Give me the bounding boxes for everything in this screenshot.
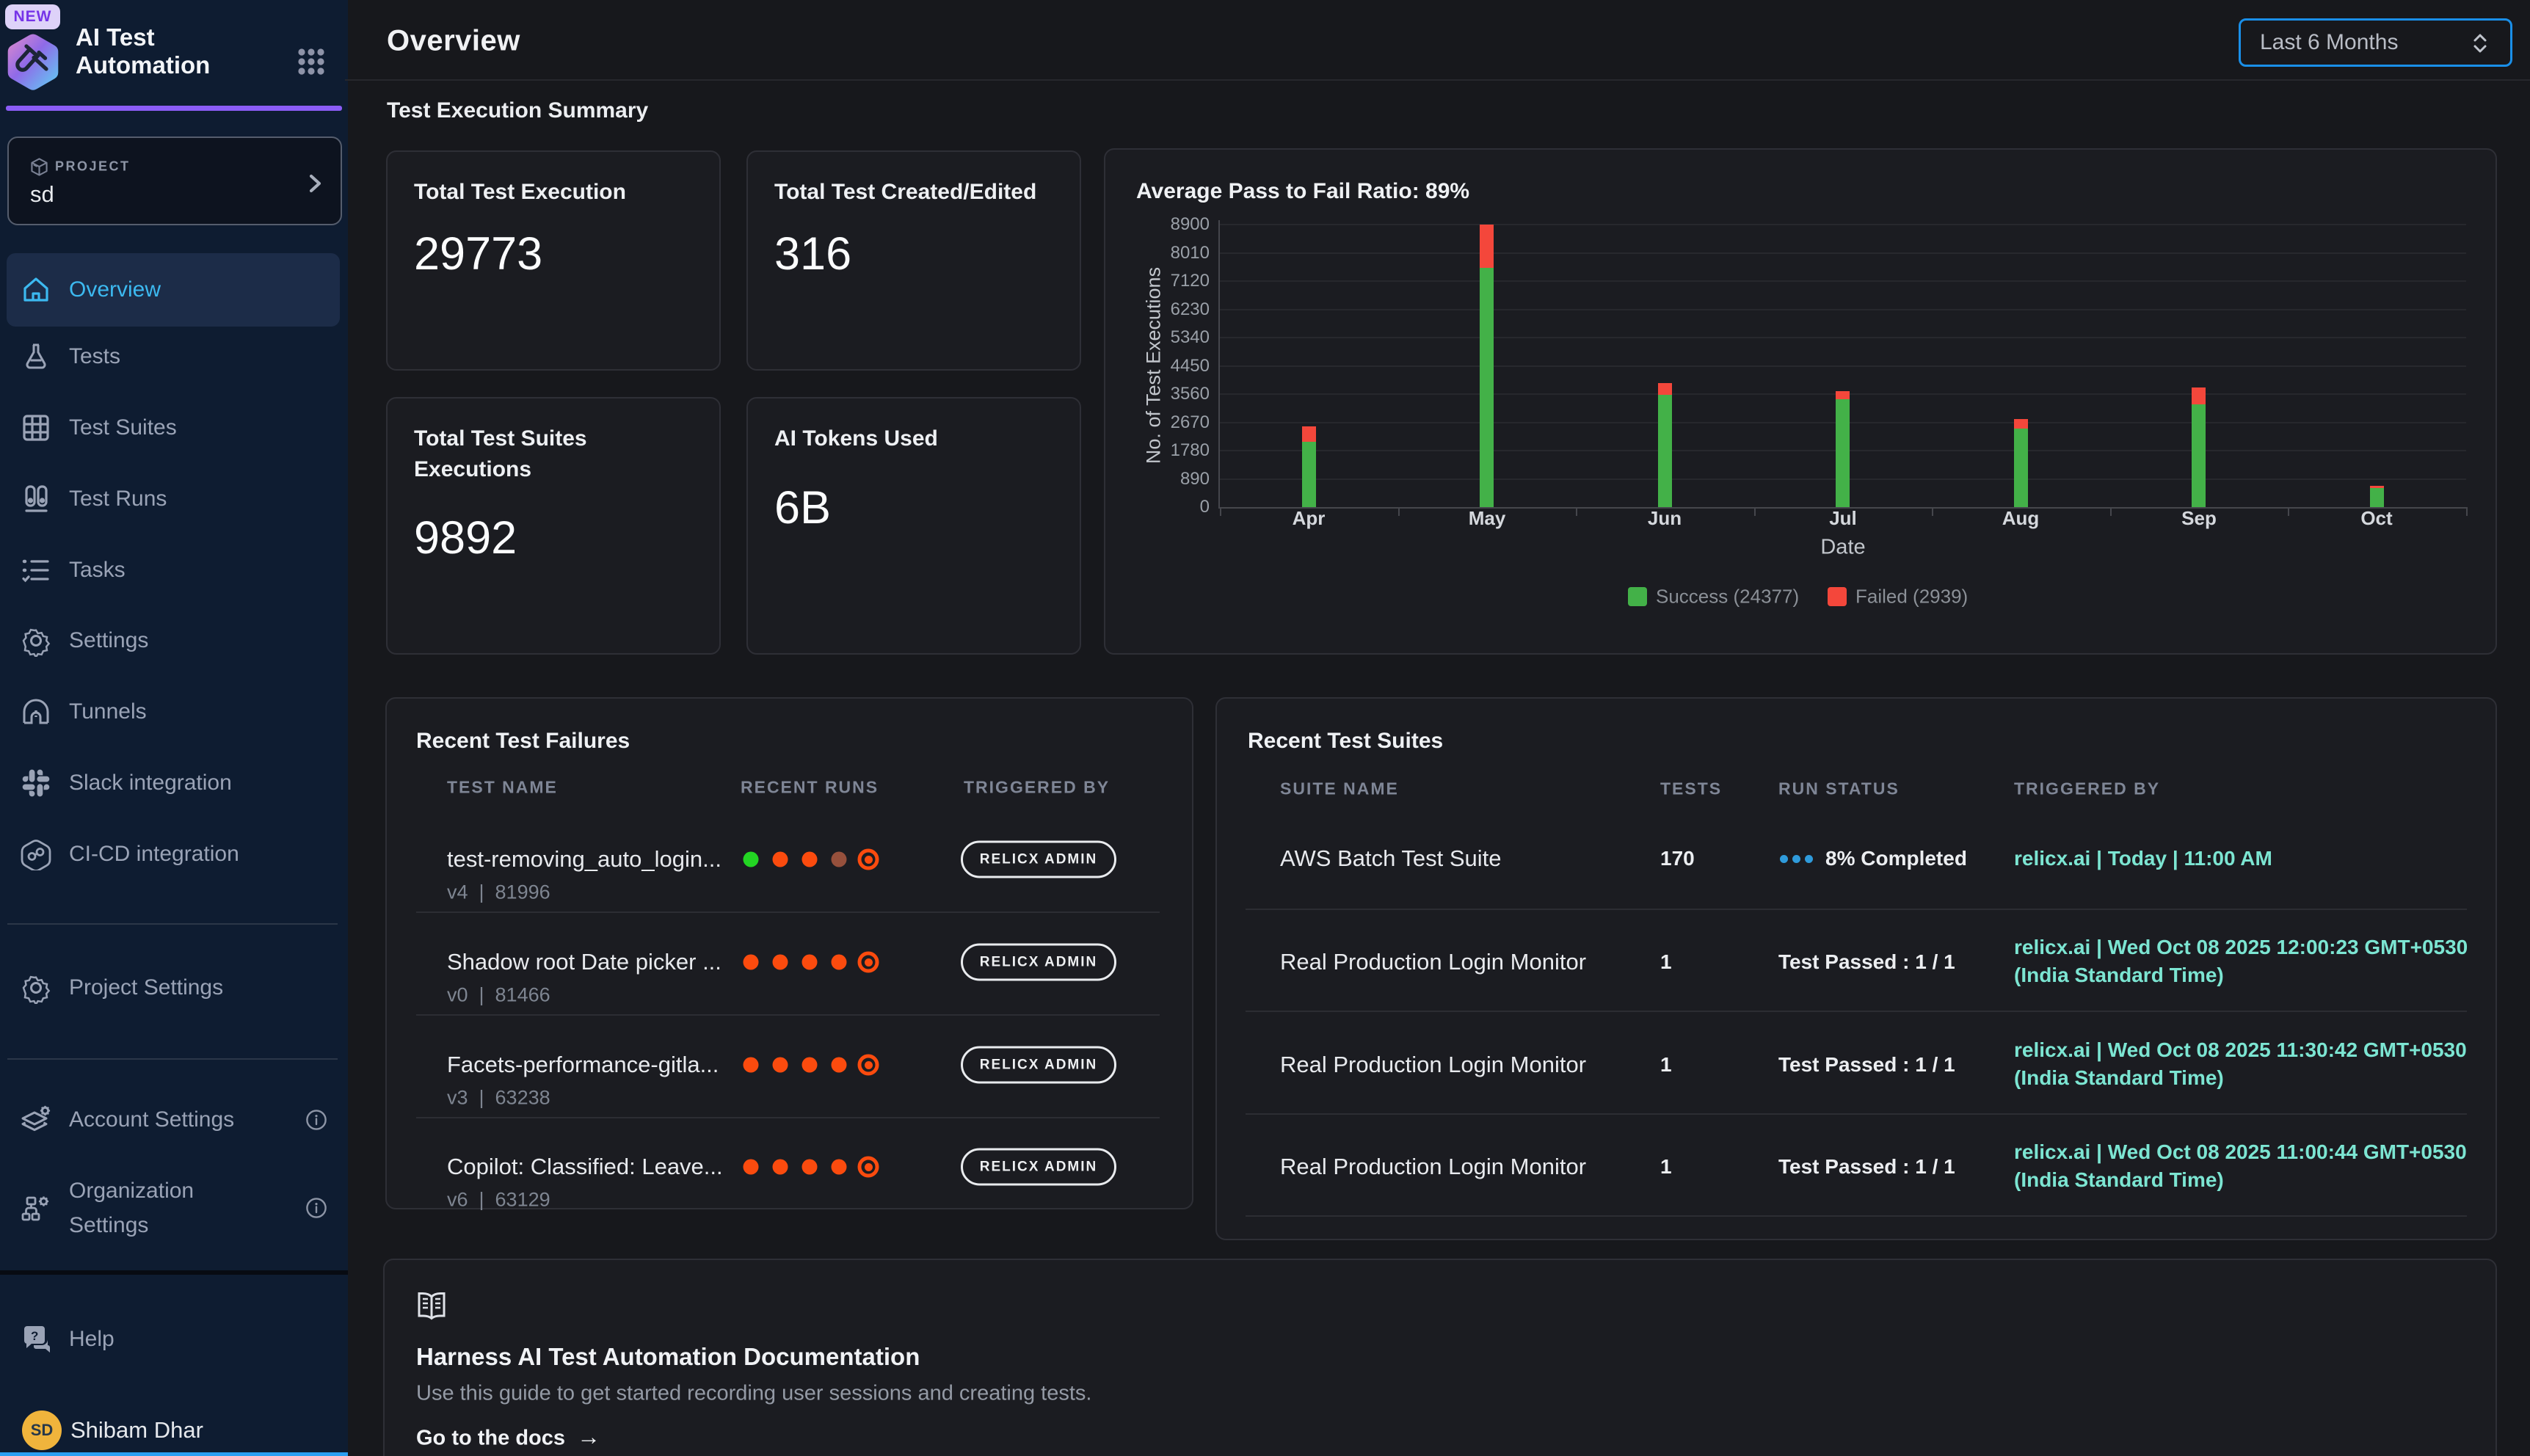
svg-text:?: ? <box>31 1329 38 1343</box>
